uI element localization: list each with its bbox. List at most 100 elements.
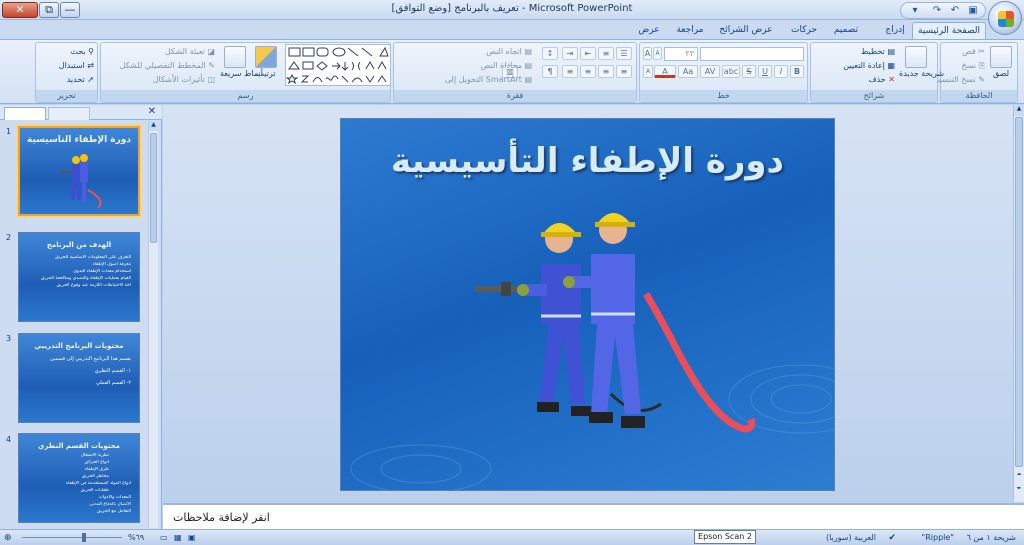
slide-scroll-thumb[interactable] <box>1015 117 1023 467</box>
strikethrough-button[interactable]: S <box>742 65 756 78</box>
select-button[interactable]: تحديد ➚ <box>67 75 94 84</box>
shadow-button[interactable]: abc <box>722 65 740 78</box>
find-button[interactable]: بحث ⚲ <box>70 47 94 56</box>
notes-placeholder: انقر لإضافة ملاحظات <box>173 511 270 524</box>
align-text-icon: ▤ <box>524 61 532 70</box>
thumb-line: نظرية الاشتعال <box>80 453 109 458</box>
sorter-view-icon[interactable]: ▦ <box>174 533 182 542</box>
grow-font-button[interactable]: A <box>643 47 652 60</box>
office-button[interactable] <box>988 1 1022 35</box>
align-left-button[interactable]: ≡ <box>580 65 596 78</box>
tab-slideshow[interactable]: عرض الشرائح <box>712 22 780 39</box>
pencil-icon: ✎ <box>208 61 215 70</box>
tab-view[interactable]: عرض <box>634 22 664 39</box>
pane-scroll-thumb[interactable] <box>150 133 157 243</box>
cut-button[interactable]: قص ✂ <box>962 47 985 56</box>
slide-title[interactable]: دورة الإطفاء التأسيسية <box>341 141 834 181</box>
zoom-level[interactable]: %٦٩ <box>128 533 144 542</box>
font-name-box[interactable] <box>700 47 804 61</box>
ribbon-tabs: الصفحة الرئيسية إدراج تصميم حركات عرض ال… <box>0 20 1024 39</box>
shape-outline-label: المخطط التفصيلي للشكل <box>119 61 206 70</box>
char-spacing-button[interactable]: AV <box>700 65 720 78</box>
thumb-line: التعامل مع الحريق <box>96 509 131 514</box>
slides-pane: ✕ ▲ 1 دورة الإطفاء التأسيسية 2 الهدف من … <box>0 105 162 529</box>
underline-button[interactable]: U <box>758 65 772 78</box>
redo-icon[interactable]: ↷ <box>931 5 943 17</box>
slide-scrollbar[interactable]: ▲ ⏶ ⏷ <box>1013 105 1024 502</box>
rtl-button[interactable]: ¶ <box>542 65 558 78</box>
tab-insert[interactable]: إدراج <box>880 22 910 39</box>
editing-group: بحث ⚲ استبدال ⇄ تحديد ➚ تحرير <box>35 42 98 103</box>
tab-animations[interactable]: حركات <box>786 22 822 39</box>
numbering-button[interactable]: ≡ <box>598 47 614 60</box>
tab-home[interactable]: الصفحة الرئيسية <box>912 22 986 39</box>
delete-slide-button[interactable]: حذف ✕ <box>868 75 895 84</box>
slide-thumbnail-1[interactable]: دورة الإطفاء التأسيسية <box>18 126 140 216</box>
tab-review[interactable]: مراجعة <box>670 22 710 39</box>
quick-styles-button[interactable]: أنماط سريعة <box>220 46 263 78</box>
decrease-indent-button[interactable]: ⇤ <box>580 47 596 60</box>
slide-thumbnail-4[interactable]: محتويات القسم النظري نظرية الاشتعال أنوا… <box>18 433 140 523</box>
increase-indent-button[interactable]: ⇥ <box>562 47 578 60</box>
layout-icon: ▤ <box>887 47 895 56</box>
align-right-button[interactable]: ≡ <box>616 65 632 78</box>
close-pane-icon[interactable]: ✕ <box>148 106 156 117</box>
shape-fill-button[interactable]: تعبئة الشكل ◪ <box>165 47 215 56</box>
tab-design[interactable]: تصميم <box>826 22 866 39</box>
next-slide-icon[interactable]: ⏷ <box>1014 485 1024 495</box>
replace-button[interactable]: استبدال ⇄ <box>59 61 94 70</box>
spellcheck-icon[interactable]: ✔ <box>888 533 896 543</box>
shapes-gallery[interactable] <box>285 44 391 86</box>
new-slide-button[interactable]: شريحة جديدة <box>899 46 944 78</box>
tab-outline[interactable] <box>48 107 90 120</box>
align-text-button[interactable]: محاذاة النص ▤ <box>481 61 532 70</box>
slide-number: 2 <box>6 233 12 242</box>
bold-button[interactable]: B <box>790 65 804 78</box>
scroll-up-icon[interactable]: ▲ <box>149 121 158 131</box>
reset-button[interactable]: إعادة التعيين ▦ <box>843 61 895 70</box>
undo-icon[interactable]: ↶ <box>949 5 961 17</box>
paste-button[interactable]: لصق <box>988 46 1014 78</box>
replace-icon: ⇄ <box>87 61 94 70</box>
tab-slides[interactable] <box>4 107 46 120</box>
justify-button[interactable]: ≡ <box>562 65 578 78</box>
prev-slide-icon[interactable]: ⏶ <box>1014 471 1024 481</box>
clipboard-group-label: الحافظة <box>941 90 1017 102</box>
current-slide[interactable]: دورة الإطفاء التأسيسية <box>340 118 835 491</box>
normal-view-icon[interactable]: ▣ <box>188 533 196 542</box>
align-center-button[interactable]: ≡ <box>598 65 614 78</box>
text-direction-button[interactable]: اتجاه النص ▤ <box>486 47 532 56</box>
shape-outline-button[interactable]: المخطط التفصيلي للشكل ✎ <box>120 61 215 70</box>
copy-button[interactable]: نسخ ⎘ <box>962 61 985 71</box>
scroll-up-icon[interactable]: ▲ <box>1014 105 1024 116</box>
shrink-font-button[interactable]: A <box>653 47 662 60</box>
slide-number: 1 <box>6 127 12 136</box>
thumb-line: استخدام معدات الإطفاء اليدوي <box>73 269 131 274</box>
line-spacing-button[interactable]: ↕ <box>542 47 558 60</box>
fit-window-icon[interactable]: ⊕ <box>4 533 12 543</box>
italic-button[interactable]: I <box>774 65 788 78</box>
save-icon[interactable]: ▣ <box>967 5 979 17</box>
find-label: بحث <box>70 47 86 56</box>
change-case-button[interactable]: Aa <box>678 65 698 78</box>
font-size-box[interactable]: ٢٣ <box>664 47 698 61</box>
shape-effects-button[interactable]: تأثيرات الأشكال ◫ <box>153 75 215 84</box>
layout-button[interactable]: تخطيط ▤ <box>861 47 895 56</box>
zoom-slider-handle[interactable] <box>82 533 86 542</box>
epson-tooltip: Epson Scan 2 <box>694 530 756 544</box>
zoom-slider[interactable] <box>22 537 122 538</box>
font-color-button[interactable]: A <box>654 65 676 78</box>
pane-scrollbar[interactable]: ▲ <box>148 121 158 528</box>
clear-format-button[interactable]: A <box>643 65 653 78</box>
language-indicator[interactable]: العربية (سوريا) <box>826 533 876 542</box>
smartart-button[interactable]: التحويل إلى SmartArt ▤ <box>445 75 532 84</box>
notes-pane[interactable]: انقر لإضافة ملاحظات <box>163 503 1024 529</box>
customize-dropdown-icon[interactable]: ▾ <box>909 5 921 17</box>
slide-thumbnail-2[interactable]: الهدف من البرنامج التعرف على المعلومات ا… <box>18 232 140 322</box>
slideshow-view-icon[interactable]: ▭ <box>160 533 168 542</box>
text-direction-label: اتجاه النص <box>486 47 522 56</box>
slide-thumbnail-3[interactable]: محتويات البرنامج التدريبي يقسم هذا البرن… <box>18 333 140 423</box>
slide-counter: شريحة ١ من ٦ <box>966 533 1016 542</box>
bullets-button[interactable]: ☰ <box>616 47 632 60</box>
binoculars-icon: ⚲ <box>88 47 94 56</box>
